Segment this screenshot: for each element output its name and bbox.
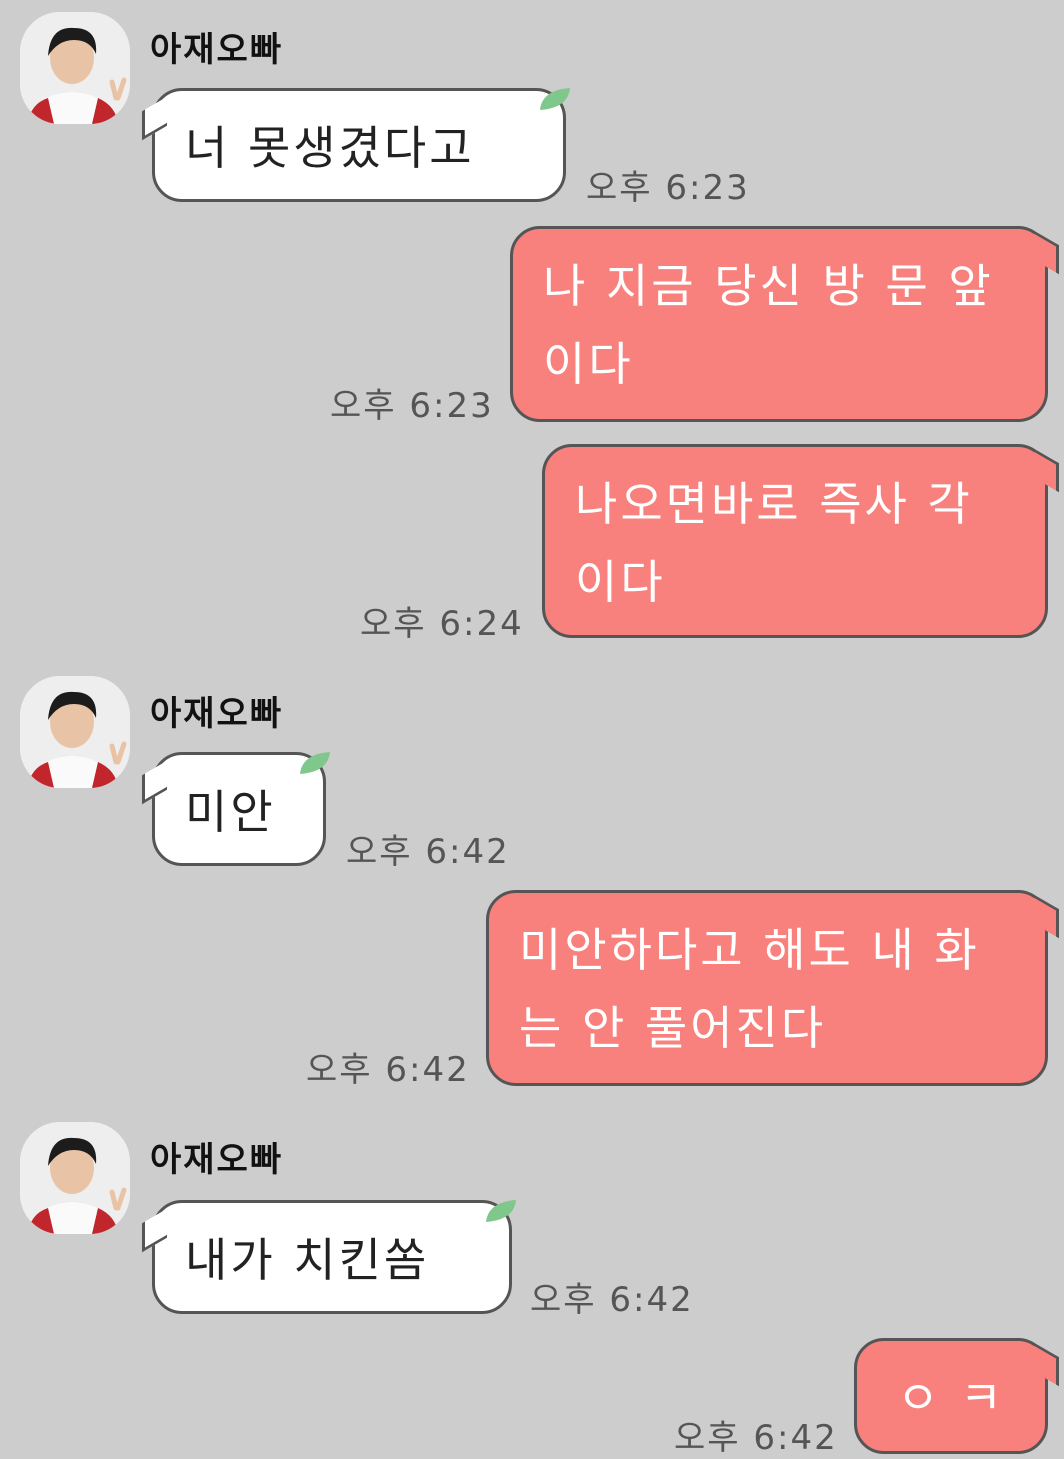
avatar[interactable] [20, 1122, 130, 1234]
avatar[interactable] [20, 12, 130, 124]
message-bubble-outgoing[interactable]: ㅇ ㅋ [854, 1338, 1048, 1454]
message-text: 나오면바로 즉사 각이다 [575, 477, 973, 609]
message-text: 미안 [185, 785, 276, 839]
message-time: 오후 6:42 [306, 1050, 470, 1090]
message-text: ㅇ ㅋ [896, 1371, 1006, 1425]
message-time: 오후 6:23 [330, 386, 494, 426]
avatar-photo [20, 12, 130, 124]
message-time: 오후 6:42 [530, 1280, 694, 1320]
leaf-icon [540, 88, 570, 110]
sender-name: 아재오빠 [150, 30, 284, 70]
message-bubble-outgoing[interactable]: 나 지금 당신 방 문 앞이다 [510, 226, 1048, 422]
message-time: 오후 6:23 [586, 168, 750, 208]
message-bubble-incoming[interactable]: 내가 치킨쏨 [152, 1200, 512, 1314]
leaf-icon [300, 752, 330, 774]
message-bubble-outgoing[interactable]: 나오면바로 즉사 각이다 [542, 444, 1048, 638]
message-time: 오후 6:42 [674, 1418, 838, 1458]
message-bubble-outgoing[interactable]: 미안하다고 해도 내 화는 안 풀어진다 [486, 890, 1048, 1086]
sender-name: 아재오빠 [150, 694, 284, 734]
message-text: 내가 치킨쏨 [185, 1233, 430, 1287]
sender-name: 아재오빠 [150, 1140, 284, 1180]
avatar[interactable] [20, 676, 130, 788]
avatar-photo [20, 1122, 130, 1234]
message-time: 오후 6:24 [360, 604, 524, 644]
message-text: 너 못생겼다고 [185, 121, 475, 175]
message-text: 미안하다고 해도 내 화는 안 풀어진다 [519, 923, 980, 1055]
message-bubble-incoming[interactable]: 너 못생겼다고 [152, 88, 566, 202]
leaf-icon [486, 1200, 516, 1222]
message-text: 나 지금 당신 방 문 앞이다 [543, 259, 994, 391]
avatar-photo [20, 676, 130, 788]
message-time: 오후 6:42 [346, 832, 510, 872]
